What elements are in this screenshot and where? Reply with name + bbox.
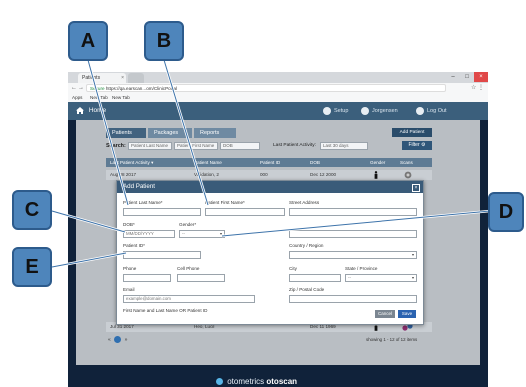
callout-a: A (68, 21, 108, 61)
callout-c: C (12, 190, 52, 230)
callout-d: D (488, 192, 524, 232)
screenshot-stage: Patients × – □ × ← → Secure https://qa.e… (0, 0, 526, 387)
callout-b: B (144, 21, 184, 61)
callout-e: E (12, 247, 52, 287)
